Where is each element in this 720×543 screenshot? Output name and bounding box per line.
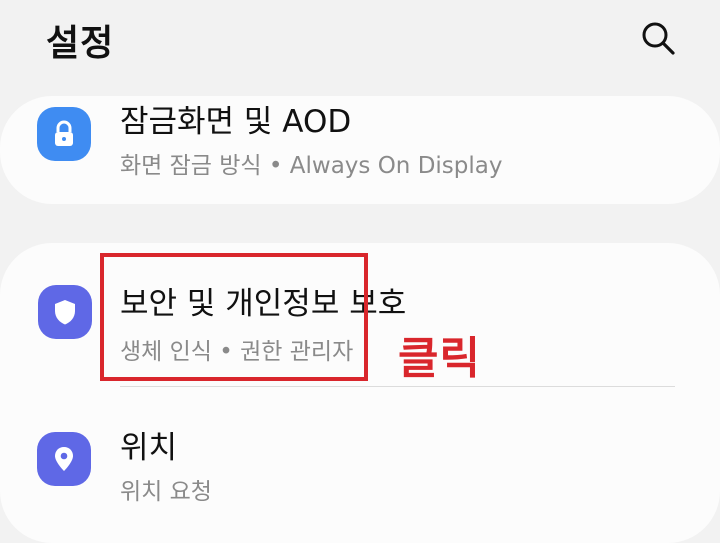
- highlight-box: [100, 253, 368, 381]
- header: 설정: [0, 0, 720, 80]
- click-annotation-label: 클릭: [398, 333, 481, 384]
- search-icon: [642, 22, 675, 55]
- lock-icon: [37, 107, 91, 161]
- item-subtitle: 위치 요청: [120, 479, 212, 505]
- settings-item-lockscreen[interactable]: 잠금화면 및 AOD 화면 잠금 방식 • Always On Display: [0, 96, 720, 204]
- search-button[interactable]: [638, 18, 678, 58]
- item-title: 위치: [120, 430, 178, 466]
- item-title: 잠금화면 및 AOD: [120, 104, 352, 140]
- item-subtitle: 화면 잠금 방식 • Always On Display: [120, 153, 503, 179]
- shield-icon: [38, 285, 92, 339]
- page-title: 설정: [46, 23, 115, 64]
- location-pin-icon: [37, 432, 91, 486]
- settings-item-location[interactable]: 위치 위치 요청: [0, 410, 720, 505]
- divider: [120, 386, 675, 387]
